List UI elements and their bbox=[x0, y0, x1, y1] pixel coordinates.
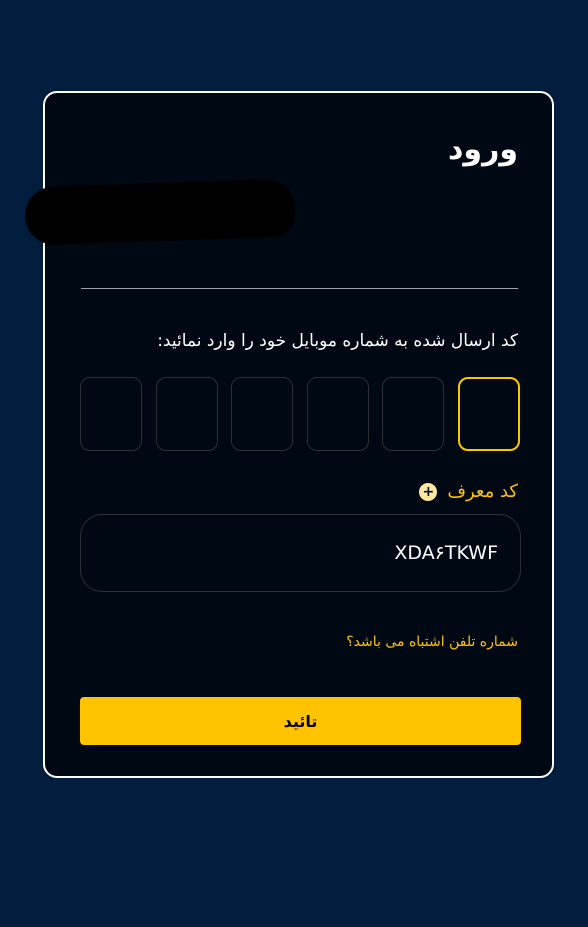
otp-digit-6[interactable] bbox=[80, 377, 142, 451]
login-card: ورود کد ارسال شده به شماره موبایل خود را… bbox=[24, 91, 554, 778]
page-title: ورود bbox=[448, 132, 518, 167]
divider bbox=[81, 288, 518, 289]
referral-label-text: کد معرف bbox=[447, 481, 518, 502]
otp-digit-5[interactable] bbox=[156, 377, 218, 451]
wrong-number-link[interactable]: شماره تلفن اشتباه می باشد؟ bbox=[346, 634, 518, 650]
otp-instruction: کد ارسال شده به شماره موبایل خود را وارد… bbox=[157, 331, 518, 351]
otp-digit-2[interactable] bbox=[382, 377, 444, 451]
otp-digit-3[interactable] bbox=[307, 377, 369, 451]
otp-digit-1[interactable] bbox=[458, 377, 520, 451]
redacted-phone-number-overlay bbox=[105, 193, 295, 237]
otp-digit-4[interactable] bbox=[231, 377, 293, 451]
referral-code-label[interactable]: کد معرف + bbox=[419, 481, 518, 502]
otp-input-row bbox=[80, 377, 521, 451]
referral-code-input[interactable] bbox=[80, 514, 521, 592]
confirm-button[interactable]: تائید bbox=[80, 697, 521, 745]
plus-circle-icon[interactable]: + bbox=[419, 482, 438, 501]
